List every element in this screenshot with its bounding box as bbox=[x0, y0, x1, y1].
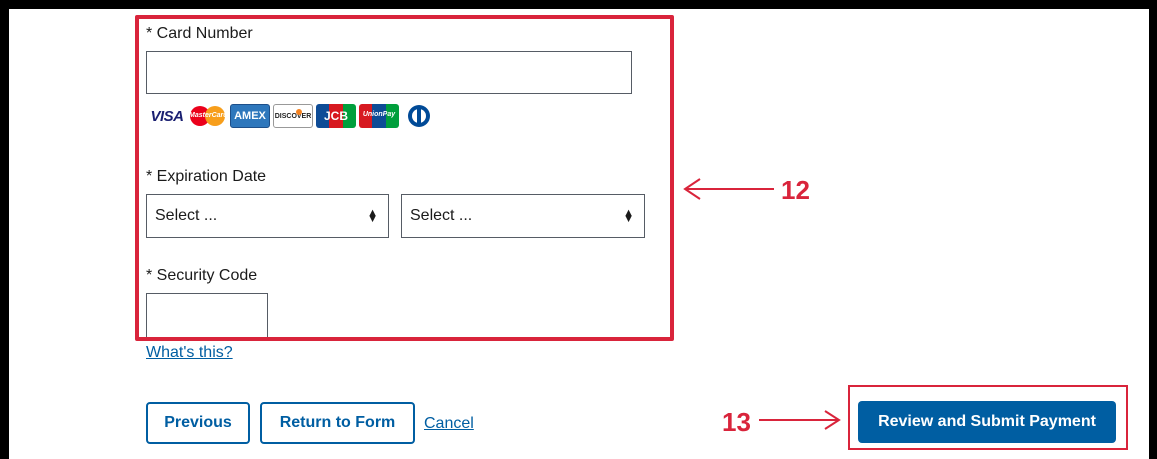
whats-this-link[interactable]: What's this? bbox=[146, 344, 233, 362]
callout-12-highlight-box bbox=[135, 15, 674, 341]
callout-12-number: 12 bbox=[781, 175, 810, 205]
payment-form-frame: * Card Number VISA MasterCard AMEX DISCO… bbox=[9, 9, 1149, 459]
cancel-link[interactable]: Cancel bbox=[424, 415, 474, 433]
review-and-submit-payment-button[interactable]: Review and Submit Payment bbox=[858, 401, 1116, 443]
callout-12-arrow-icon bbox=[683, 178, 774, 200]
previous-button[interactable]: Previous bbox=[146, 402, 250, 444]
return-to-form-button[interactable]: Return to Form bbox=[260, 402, 415, 444]
callout-13-arrow-icon bbox=[759, 410, 841, 430]
callout-13-number: 13 bbox=[722, 407, 751, 437]
